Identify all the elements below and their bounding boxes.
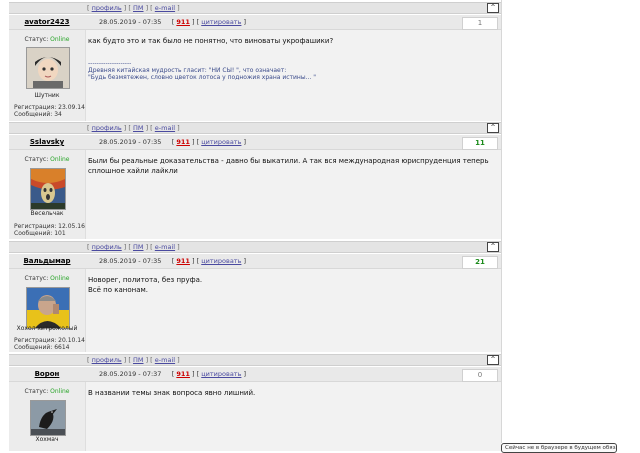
rating-badge[interactable]: 11	[462, 137, 498, 150]
scroll-top-button[interactable]: ^	[487, 355, 499, 365]
rating-badge[interactable]: 0	[462, 369, 498, 382]
registration-date: Регистрация: 23.09.14	[14, 104, 85, 111]
post-body: В названии темы знак вопроса явно лишний…	[88, 388, 495, 398]
username-link[interactable]: Вальдымар	[9, 257, 85, 265]
scroll-top-button[interactable]: ^	[487, 3, 499, 13]
post-meta: 28.05.2019 - 07:35 [ 911 ] [ цитировать …	[99, 138, 247, 146]
registration-date: Регистрация: 20.10.14	[14, 337, 85, 344]
post-action-links: [ профиль ] [ ПМ ] [ e-mail ]	[87, 124, 180, 132]
user-status: Статус: Online	[24, 275, 70, 282]
user-title: Хохол хитрожолый	[16, 325, 78, 332]
post-date: 28.05.2019 - 07:35	[99, 18, 162, 26]
profile-link[interactable]: профиль	[92, 124, 122, 132]
message-count: Сообщений: 6614	[14, 344, 70, 351]
post-text: Всё по канонам.	[88, 286, 149, 294]
post-body: Были бы реальные доказательства - давно …	[88, 156, 495, 176]
pm-link[interactable]: ПМ	[133, 356, 144, 364]
post-date: 28.05.2019 - 07:37	[99, 370, 162, 378]
post-actions-bar: [ профиль ] [ ПМ ] [ e-mail ] ^	[9, 241, 501, 253]
post-body: Новорег, политота, без пруфа. Всё по кан…	[88, 275, 495, 295]
email-link[interactable]: e-mail	[155, 4, 175, 12]
rating-badge[interactable]: 1	[462, 17, 498, 30]
email-link[interactable]: e-mail	[155, 356, 175, 364]
post-body: как будто это и так было не понятно, что…	[88, 36, 495, 81]
signature: -------------------- Древняя китайская м…	[88, 60, 495, 81]
profile-link[interactable]: профиль	[92, 243, 122, 251]
post-action-links: [ профиль ] [ ПМ ] [ e-mail ]	[87, 4, 180, 12]
user-status: Статус: Online	[24, 36, 70, 43]
pm-link[interactable]: ПМ	[133, 243, 144, 251]
email-link[interactable]: e-mail	[155, 124, 175, 132]
message-count: Сообщений: 34	[14, 111, 62, 118]
user-stats: Регистрация: 20.10.14 Сообщений: 6614	[14, 337, 85, 351]
avatar-raven-icon	[31, 401, 65, 435]
post-date: 28.05.2019 - 07:35	[99, 138, 162, 146]
signature-line: --------------------	[88, 60, 132, 67]
user-status: Статус: Online	[24, 156, 70, 163]
signature-text: "Будь безмятежен, словно цветок лотоса у…	[88, 74, 316, 81]
pm-link[interactable]: ПМ	[133, 124, 144, 132]
profile-link[interactable]: профиль	[92, 356, 122, 364]
post: Вальдымар 28.05.2019 - 07:35 [ 911 ] [ ц…	[9, 254, 501, 352]
post-action-links: [ профиль ] [ ПМ ] [ e-mail ]	[87, 356, 180, 364]
bottom-popup[interactable]: Сейчас не в браузере в будущем обязать	[501, 443, 617, 453]
avatar[interactable]	[30, 168, 66, 210]
post-action-links: [ профиль ] [ ПМ ] [ e-mail ]	[87, 243, 180, 251]
scroll-top-button[interactable]: ^	[487, 242, 499, 252]
pm-link[interactable]: ПМ	[133, 4, 144, 12]
post-text: Были бы реальные доказательства - давно …	[88, 157, 489, 165]
post: avator2423 28.05.2019 - 07:35 [ 911 ] [ …	[9, 15, 501, 121]
quote-link[interactable]: цитировать	[201, 18, 241, 26]
post-meta: 28.05.2019 - 07:35 [ 911 ] [ цитировать …	[99, 257, 247, 265]
username-link[interactable]: Ворон	[9, 370, 85, 378]
email-link[interactable]: e-mail	[155, 243, 175, 251]
user-status: Статус: Online	[24, 388, 70, 395]
quote-link[interactable]: цитировать	[201, 370, 241, 378]
content-right-border	[501, 0, 502, 443]
avatar-scream-icon	[31, 169, 65, 209]
post-number-link[interactable]: 911	[176, 257, 190, 265]
post-number-link[interactable]: 911	[176, 138, 190, 146]
registration-date: Регистрация: 12.05.16	[14, 223, 85, 230]
post-date: 28.05.2019 - 07:35	[99, 257, 162, 265]
post-actions-bar: [ профиль ] [ ПМ ] [ e-mail ] ^	[9, 2, 501, 14]
post-number-link[interactable]: 911	[176, 370, 190, 378]
post-meta: 28.05.2019 - 07:35 [ 911 ] [ цитировать …	[99, 18, 247, 26]
post-number-link[interactable]: 911	[176, 18, 190, 26]
post: Sslavsky 28.05.2019 - 07:35 [ 911 ] [ ци…	[9, 135, 501, 239]
avatar[interactable]	[26, 47, 70, 89]
quote-link[interactable]: цитировать	[201, 138, 241, 146]
post-actions-bar: [ профиль ] [ ПМ ] [ e-mail ] ^	[9, 354, 501, 366]
avatar[interactable]	[30, 400, 66, 436]
avatar-photo-icon	[27, 288, 69, 328]
post: Ворон 28.05.2019 - 07:37 [ 911 ] [ цитир…	[9, 367, 501, 451]
rating-badge[interactable]: 21	[462, 256, 498, 269]
quote-link[interactable]: цитировать	[201, 257, 241, 265]
username-link[interactable]: Sslavsky	[9, 138, 85, 146]
avatar[interactable]	[26, 287, 70, 329]
user-stats: Регистрация: 23.09.14 Сообщений: 34	[14, 104, 85, 118]
post-actions-bar: [ профиль ] [ ПМ ] [ e-mail ] ^	[9, 122, 501, 134]
scroll-top-button[interactable]: ^	[487, 123, 499, 133]
post-text: В названии темы знак вопроса явно лишний…	[88, 389, 256, 397]
post-text: Новорег, политота, без пруфа.	[88, 276, 203, 284]
user-stats: Регистрация: 12.05.16 Сообщений: 101	[14, 223, 85, 237]
post-text: сплошное хайли лайкли	[88, 167, 178, 175]
signature-text: Древняя китайская мудрость гласит: "НИ С…	[88, 67, 287, 74]
username-link[interactable]: avator2423	[9, 18, 85, 26]
message-count: Сообщений: 101	[14, 230, 66, 237]
avatar-child-icon	[27, 48, 69, 88]
user-title: Хохмач	[35, 436, 59, 443]
post-text: как будто это и так было не понятно, что…	[88, 37, 334, 45]
post-meta: 28.05.2019 - 07:37 [ 911 ] [ цитировать …	[99, 370, 247, 378]
profile-link[interactable]: профиль	[92, 4, 122, 12]
user-title: Весельчак	[30, 210, 64, 217]
user-title: Шутник	[34, 92, 60, 99]
